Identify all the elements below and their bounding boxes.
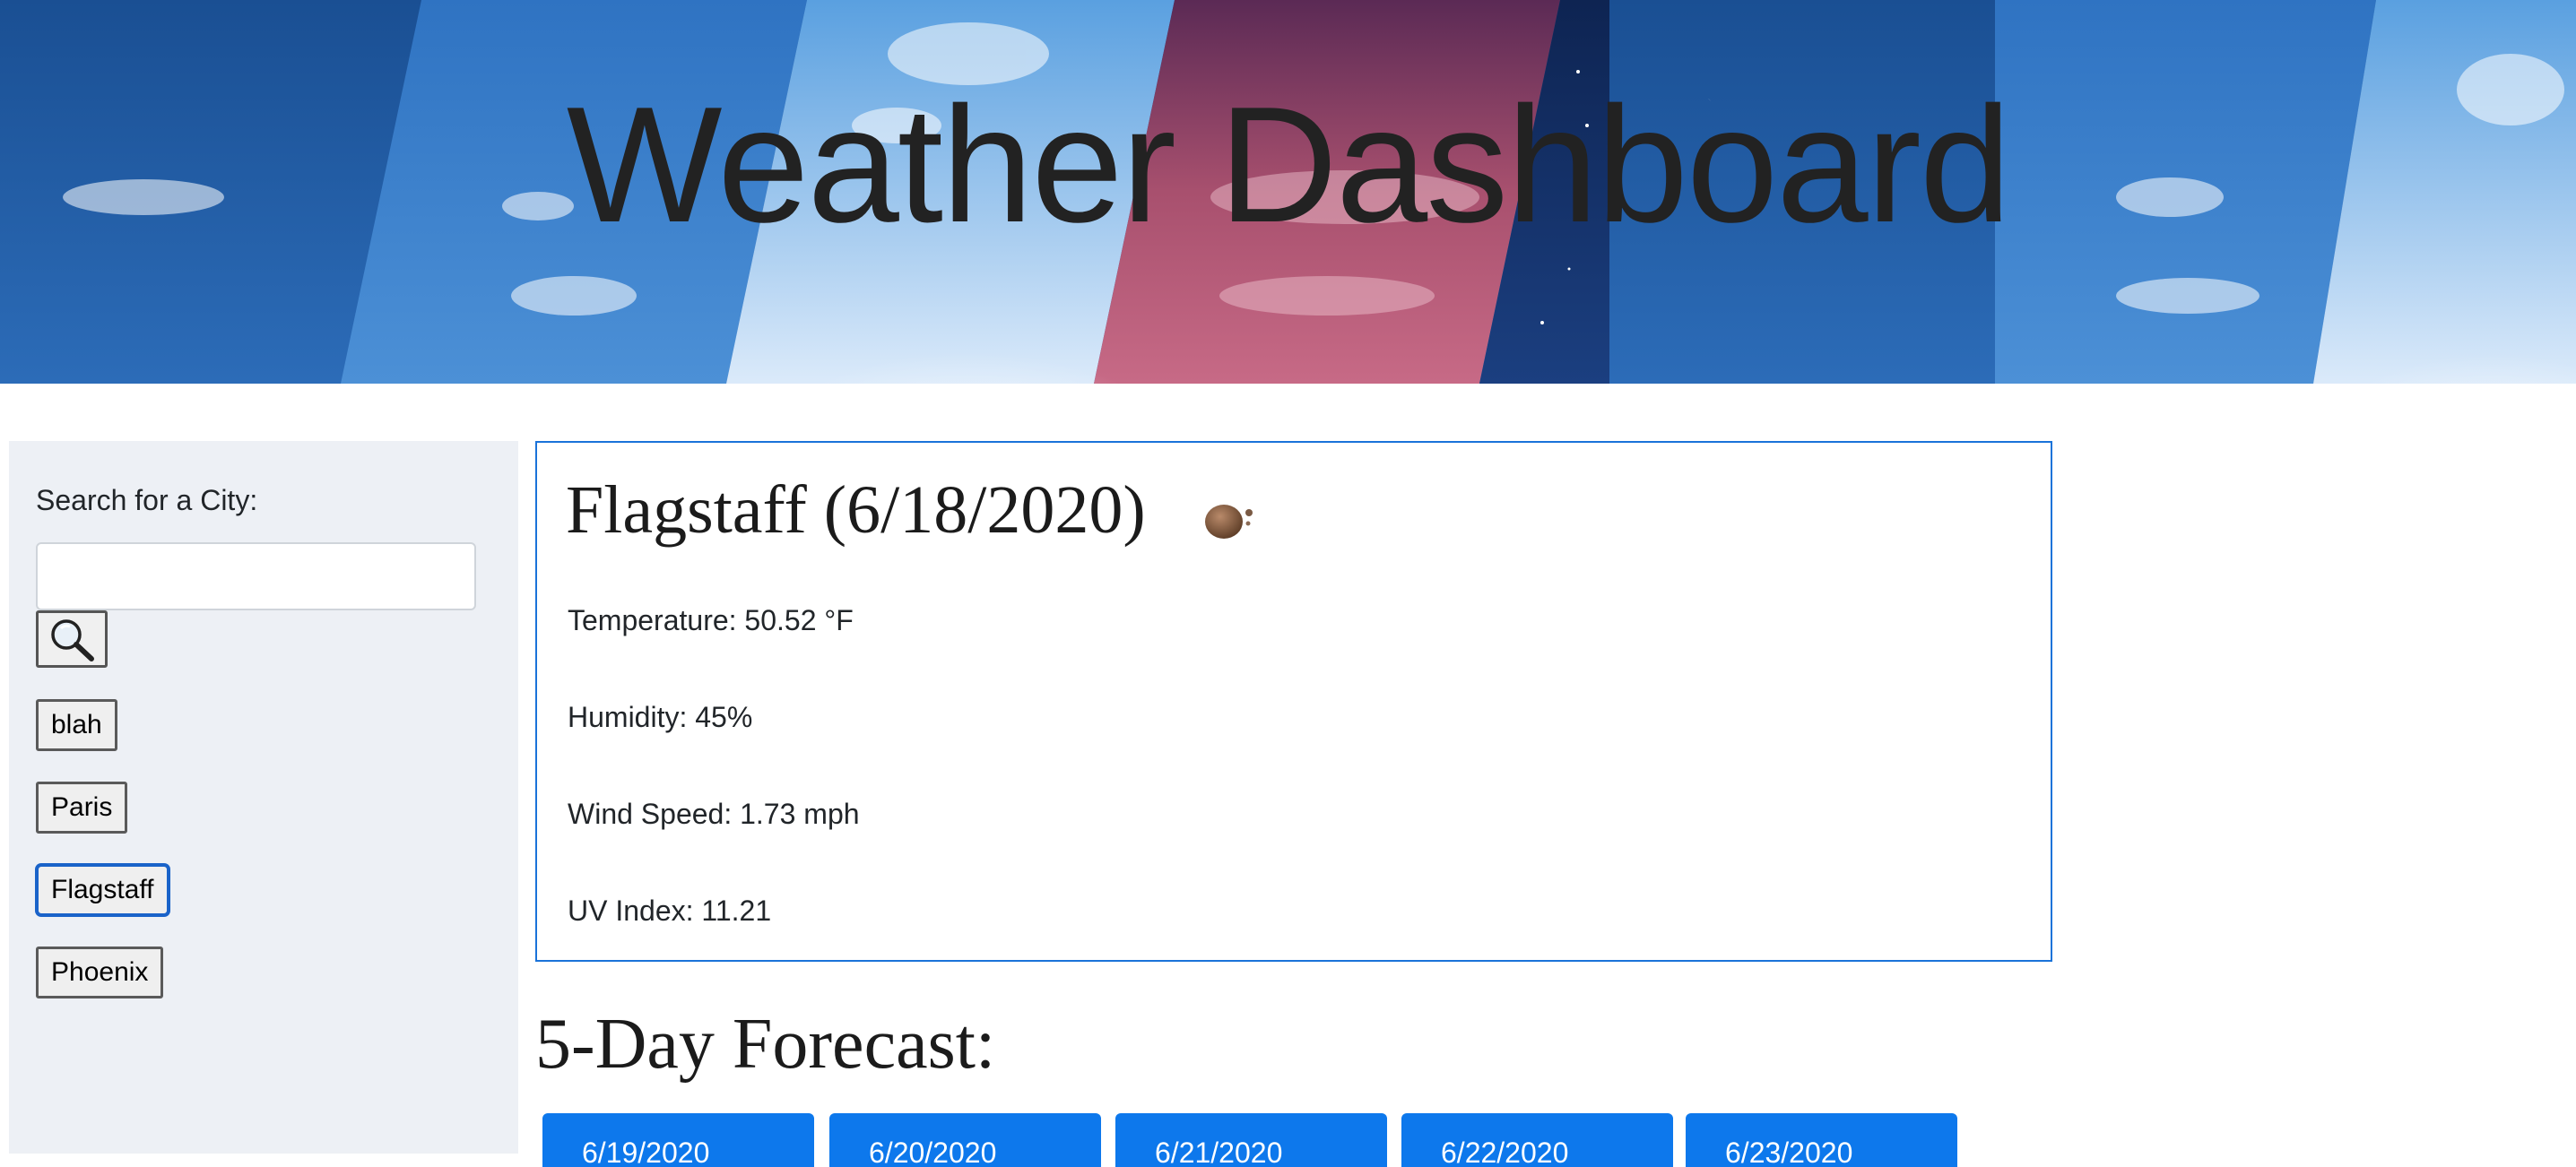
- forecast-date: 6/20/2020: [869, 1137, 997, 1167]
- forecast-date: 6/19/2020: [582, 1137, 710, 1167]
- forecast-card: 6/20/2020: [829, 1113, 1101, 1167]
- current-humidity: Humidity: 45%: [568, 701, 753, 733]
- city-history-button-flagstaff[interactable]: Flagstaff: [36, 864, 169, 916]
- city-history-button-blah[interactable]: blah: [36, 699, 117, 751]
- forecast-card: 6/23/2020: [1686, 1113, 1957, 1167]
- magnifying-glass-icon: [51, 619, 94, 661]
- forecast-card: 6/21/2020: [1115, 1113, 1387, 1167]
- current-uv-index: UV Index: 11.21: [568, 895, 772, 927]
- city-history-button-paris[interactable]: Paris: [36, 782, 128, 834]
- forecast-date: 6/21/2020: [1155, 1137, 1283, 1167]
- forecast-date: 6/22/2020: [1441, 1137, 1569, 1167]
- search-button[interactable]: [36, 610, 108, 668]
- current-city-heading: Flagstaff (6/18/2020): [566, 472, 1146, 548]
- forecast-card: 6/22/2020: [1401, 1113, 1673, 1167]
- header-banner: Weather Dashboard: [0, 0, 2576, 384]
- page-title: Weather Dashboard: [566, 72, 2011, 256]
- search-label: Search for a City:: [36, 484, 258, 516]
- current-weather-card: Flagstaff (6/18/2020) Temperature: 50.52…: [535, 441, 2052, 962]
- city-history-button-phoenix[interactable]: Phoenix: [36, 947, 164, 998]
- forecast-title: 5-Day Forecast:: [535, 1005, 996, 1084]
- forecast-date: 6/23/2020: [1725, 1137, 1853, 1167]
- current-wind-speed: Wind Speed: 1.73 mph: [568, 798, 860, 830]
- haze-icon: [1205, 505, 1253, 539]
- forecast-card: 6/19/2020: [542, 1113, 814, 1167]
- current-temperature: Temperature: 50.52 °F: [568, 604, 854, 636]
- search-sidebar: Search for a City: blah Paris Flagstaff …: [9, 441, 518, 1154]
- city-search-input[interactable]: [36, 542, 476, 610]
